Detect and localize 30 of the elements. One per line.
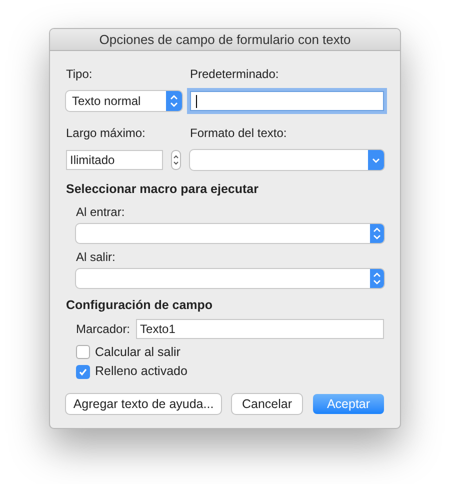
checkbox-label[interactable]: Relleno activado [95,362,188,381]
section-heading: Configuración de campo [66,296,213,314]
text-format-dropdown[interactable] [190,150,384,170]
max-length-field[interactable]: Ilimitado [66,150,163,170]
checkbox[interactable] [76,364,90,379]
stepper-arrows-icon [370,268,384,288]
stepper-icon[interactable] [171,150,181,170]
entry-macro-dropdown[interactable] [76,224,384,243]
checkmark-icon [78,366,88,377]
field-label: Tipo: [66,66,92,83]
field-label: Predeterminado: [190,66,279,83]
section-heading: Seleccionar macro para ejecutar [66,181,258,198]
exit-macro-dropdown[interactable] [76,268,384,288]
chevron-down-icon [368,150,384,170]
field-label: Largo máximo: [66,125,146,142]
dialog-button[interactable]: Agregar texto de ayuda... [66,394,221,414]
window-title: Opciones de campo de formulario con texto [99,30,351,49]
checkbox[interactable] [76,344,90,359]
type-dropdown[interactable]: Texto normal [66,91,182,111]
bookmark-input-field[interactable]: Texto1 [136,318,384,338]
field-label: Formato del texto: [190,125,287,142]
field-label: Al entrar: [76,204,125,219]
stepper-arrows-icon [166,91,182,111]
text-cursor [196,94,197,108]
dialog-button[interactable]: Cancelar [232,394,302,414]
field-label: Al salir: [76,248,116,264]
checkbox-label[interactable]: Calcular al salir [95,342,180,362]
stepper-arrows-icon [370,224,384,243]
field-label: Marcador: [76,320,130,338]
default-input-field[interactable] [190,91,384,111]
